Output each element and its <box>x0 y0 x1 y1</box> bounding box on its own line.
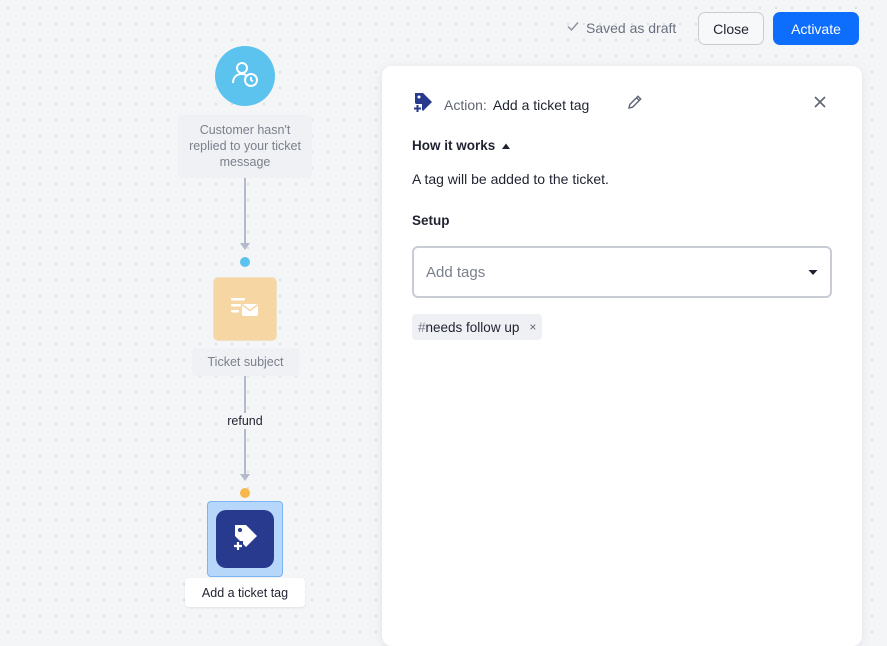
how-it-works-toggle[interactable]: How it works <box>412 138 511 153</box>
tag-plus-icon <box>230 522 260 557</box>
caret-up-icon <box>501 138 511 153</box>
connector-line <box>244 178 246 244</box>
how-it-works-description: A tag will be added to the ticket. <box>412 171 609 187</box>
save-status: Saved as draft <box>566 19 676 36</box>
user-clock-icon <box>230 59 260 94</box>
caret-down-icon[interactable] <box>808 263 818 281</box>
setup-heading: Setup <box>412 213 450 228</box>
tag-plus-icon <box>412 91 434 118</box>
check-icon <box>566 19 580 36</box>
pencil-icon[interactable] <box>626 93 644 116</box>
action-node-icon-box <box>216 510 274 568</box>
trigger-node-label: Customer hasn't replied to your ticket m… <box>178 115 312 178</box>
arrow-down-icon <box>240 243 250 250</box>
tag-chip: #needs follow up × <box>412 314 543 340</box>
tag-hash: # <box>418 319 426 335</box>
condition-node[interactable] <box>214 278 276 340</box>
tag-remove-button[interactable]: × <box>529 320 536 334</box>
arrow-down-icon <box>240 474 250 481</box>
action-node-label: Add a ticket tag <box>185 578 305 607</box>
tags-select[interactable]: Add tags <box>412 246 832 298</box>
ticket-message-icon <box>230 295 260 324</box>
panel-type-label: Action: <box>444 96 487 113</box>
close-button[interactable]: Close <box>698 12 764 45</box>
action-node[interactable] <box>207 501 283 577</box>
tags-select-placeholder: Add tags <box>426 263 486 281</box>
trigger-node[interactable] <box>215 46 275 106</box>
activate-button[interactable]: Activate <box>773 12 859 45</box>
close-icon[interactable] <box>812 94 828 115</box>
how-it-works-label: How it works <box>412 138 496 153</box>
tag-chip-text: needs follow up <box>425 319 520 335</box>
action-panel: Action: Add a ticket tag How it works A … <box>382 66 862 646</box>
panel-header: Action: Add a ticket tag <box>412 91 589 118</box>
edge-label[interactable]: refund <box>220 413 270 429</box>
save-status-text: Saved as draft <box>586 19 677 36</box>
connector-dot <box>240 488 250 498</box>
connector-dot <box>240 257 250 267</box>
condition-node-label: Ticket subject <box>192 348 299 376</box>
panel-title: Add a ticket tag <box>492 96 590 113</box>
